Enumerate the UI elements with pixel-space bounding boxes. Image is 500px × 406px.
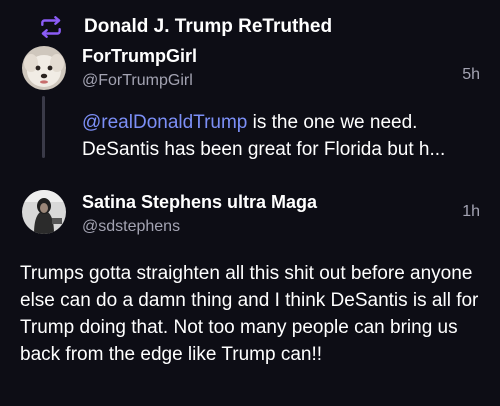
quoted-text-line1: is the one we need. [247, 112, 418, 133]
quoted-timestamp: 5h [462, 66, 480, 83]
retruth-label: Donald J. Trump ReTruthed [84, 16, 333, 37]
quoted-text-line2: DeSantis has been great for Florida but … [82, 139, 446, 160]
person-avatar-image [22, 190, 66, 234]
quoted-display-name[interactable]: ForTrumpGirl [82, 46, 197, 67]
reply-timestamp: 1h [462, 203, 480, 220]
reply-post-text[interactable]: Trumps gotta straighten all this shit ou… [20, 260, 495, 368]
avatar-sdstephens[interactable] [22, 190, 66, 234]
quoted-handle[interactable]: @ForTrumpGirl [82, 72, 193, 90]
quoted-post-text[interactable]: @realDonaldTrump is the one we need. DeS… [82, 109, 482, 163]
thread-connector-line [42, 96, 45, 158]
retruth-header: Donald J. Trump ReTruthed [38, 14, 332, 40]
reply-display-name[interactable]: Satina Stephens ultra Maga [82, 192, 317, 213]
retruth-icon [41, 16, 61, 38]
mention-link[interactable]: @realDonaldTrump [82, 112, 247, 133]
avatar-fortrumpgirl[interactable] [22, 46, 66, 90]
reply-handle[interactable]: @sdstephens [82, 218, 180, 236]
dog-avatar-image [22, 46, 66, 90]
